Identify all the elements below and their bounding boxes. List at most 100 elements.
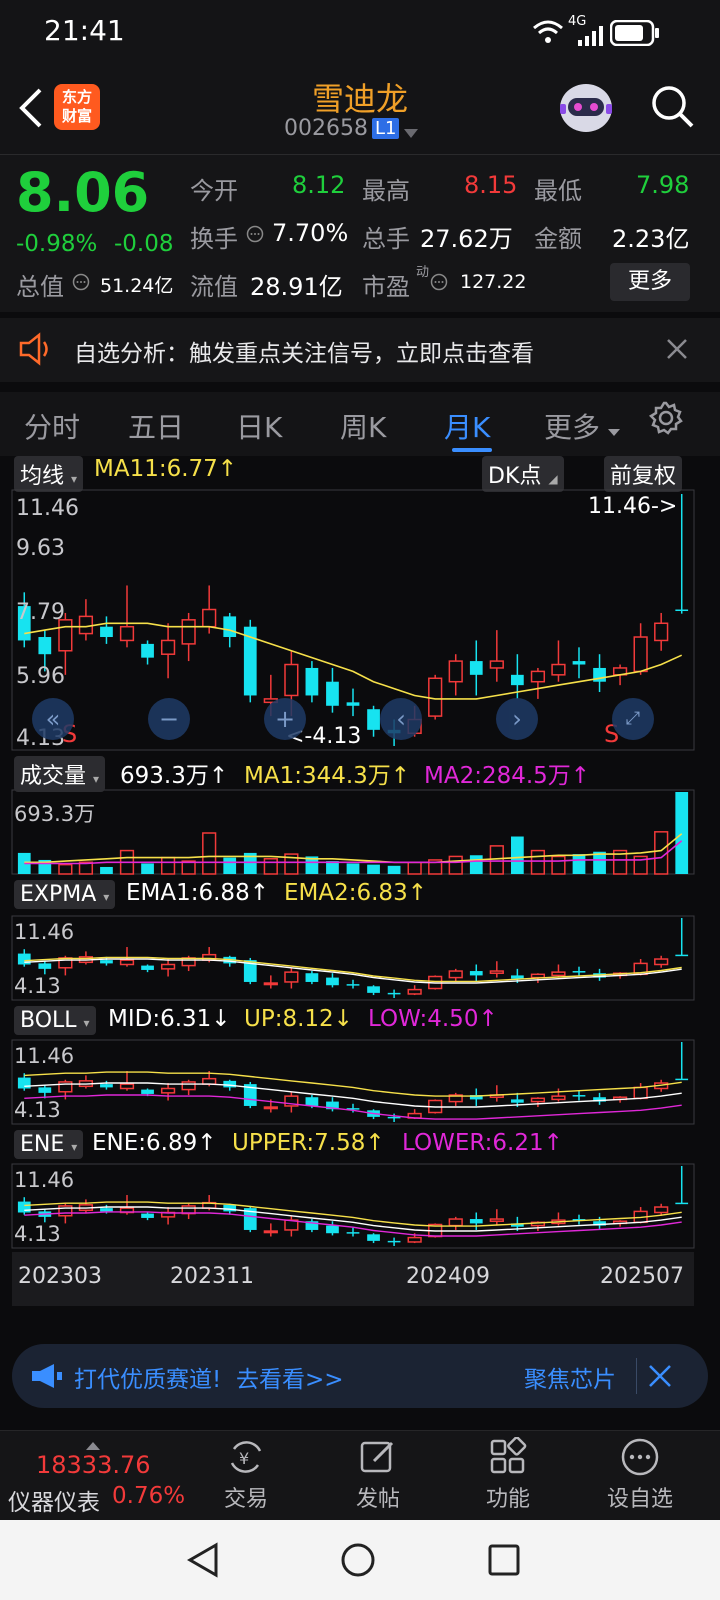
volume-bar — [572, 854, 586, 874]
boll-dropdown-label: BOLL — [20, 1008, 77, 1033]
volume-bar — [223, 857, 237, 874]
volume-bar — [530, 849, 546, 875]
change-amount: -0.08 — [114, 231, 174, 257]
info-icon[interactable] — [246, 225, 264, 247]
ene-tick-high: 11.46 — [14, 1168, 75, 1192]
expma-candle — [141, 965, 154, 970]
ene-candle — [654, 1206, 669, 1214]
zoom-in-button[interactable]: + — [264, 698, 306, 740]
current-price: 8.06 — [16, 161, 150, 224]
close-icon[interactable] — [648, 1364, 672, 1392]
kline-chart-area[interactable]: 均线 ▾ MA11:6.77↑ DK点 ◢ 前复权 11.46 9.63 7.7… — [0, 456, 720, 1336]
expma-candle — [305, 973, 319, 982]
boll-candle — [202, 1077, 217, 1085]
volume-dropdown[interactable]: 成交量 ▾ — [14, 756, 106, 792]
scroll-next-button[interactable]: › — [496, 698, 538, 740]
expma-tick-low: 4.13 — [14, 974, 61, 998]
tab-five-day[interactable]: 五日 — [128, 406, 184, 446]
analysis-banner[interactable]: 自选分析：触发重点关注信号，立即点击查看 — [0, 318, 720, 382]
gear-icon[interactable] — [648, 400, 684, 440]
expma-candle — [17, 953, 31, 965]
more-button[interactable]: 更多 — [610, 263, 690, 301]
tab-intraday[interactable]: 分时 — [24, 406, 80, 446]
boll-candle — [633, 1086, 648, 1100]
expma-dropdown[interactable]: EXPMA ▾ — [14, 880, 116, 909]
boll-candle — [119, 1083, 135, 1090]
edit-icon — [318, 1437, 438, 1477]
volume-bar — [469, 855, 483, 874]
pe-label: 市盈 — [362, 273, 410, 301]
turnover-value: 7.70% — [272, 219, 349, 247]
expma-candle — [510, 975, 524, 979]
price-tick-4: 5.96 — [16, 664, 65, 689]
kline-candle — [469, 661, 483, 675]
expma-candle — [119, 959, 135, 966]
boll-candle — [141, 1089, 154, 1094]
kline-candle — [346, 702, 360, 706]
info-icon[interactable] — [72, 273, 90, 295]
promo-link[interactable]: 去看看>> — [236, 1360, 344, 1394]
amount-value: 2.23亿 — [612, 225, 690, 253]
function-button[interactable]: 功能 — [448, 1436, 568, 1513]
boll-dropdown[interactable]: BOLL ▾ — [14, 1006, 96, 1035]
kline-candle — [367, 709, 380, 730]
promo-ticker[interactable]: 打代优质赛道! 去看看>> 聚焦芯片 — [12, 1344, 708, 1408]
robot-avatar-icon[interactable] — [558, 82, 614, 138]
scroll-prev-button[interactable]: ‹ — [380, 698, 422, 740]
kline-candle — [572, 661, 586, 665]
boll-candle — [263, 1106, 278, 1110]
chevron-down-icon[interactable] — [404, 124, 418, 143]
tab-monthly[interactable]: 月K — [444, 406, 490, 446]
open-value: 8.12 — [292, 171, 346, 199]
search-icon[interactable] — [650, 84, 696, 134]
svg-text:¥: ¥ — [239, 1449, 249, 1468]
sector-change: 0.76% — [112, 1483, 186, 1509]
ene-candle — [407, 1236, 422, 1243]
kline-candle — [510, 674, 524, 686]
recents-square-icon[interactable] — [488, 1544, 520, 1580]
expma-candle — [469, 971, 483, 976]
date-axis: 202303 202311 202409 202507 — [12, 1252, 694, 1306]
post-button[interactable]: 发帖 — [318, 1437, 438, 1513]
boll-candle — [530, 1097, 546, 1103]
trade-button[interactable]: ¥ 交易 — [186, 1437, 306, 1513]
date-label: 202507 — [600, 1264, 684, 1289]
wifi-icon — [532, 18, 564, 50]
ene-candle — [469, 1219, 483, 1224]
boll-tick-low: 4.13 — [14, 1098, 61, 1122]
home-circle-icon[interactable] — [340, 1542, 376, 1582]
close-icon[interactable] — [666, 338, 688, 364]
back-triangle-icon[interactable] — [186, 1542, 220, 1582]
volume-bar — [58, 863, 73, 875]
add-favorite-button[interactable]: 设自选 — [580, 1437, 700, 1513]
battery-icon — [609, 19, 660, 50]
high-value: 8.15 — [464, 171, 518, 199]
ene-dropdown[interactable]: ENE ▾ — [14, 1130, 84, 1159]
tab-weekly[interactable]: 周K — [340, 406, 386, 446]
tab-more[interactable]: 更多 — [544, 406, 600, 446]
expma-candle — [572, 971, 586, 973]
expma-candle — [407, 988, 422, 995]
kline-candle — [202, 608, 217, 628]
boll-candle — [572, 1095, 586, 1097]
expma-candle — [38, 963, 52, 969]
float-label: 流值 — [190, 273, 238, 301]
expma-candle — [387, 992, 401, 995]
stock-code: 002658 — [284, 116, 368, 141]
sector-index-value[interactable]: 18333.76 — [36, 1451, 151, 1479]
tab-daily[interactable]: 日K — [236, 406, 282, 446]
boll-candle — [160, 1087, 176, 1094]
status-time: 21:41 — [44, 14, 125, 47]
zoom-out-button[interactable]: − — [148, 698, 190, 740]
scroll-left-button[interactable]: « — [32, 698, 74, 740]
fullscreen-button[interactable]: ⤢ — [612, 698, 654, 740]
kline-candle — [654, 622, 669, 642]
boll-candle — [181, 1081, 196, 1091]
boll-mid-value: MID:6.31↓ — [108, 1006, 231, 1032]
volume-bar — [675, 792, 689, 874]
ene-tick-low: 4.13 — [14, 1222, 61, 1246]
sector-name[interactable]: 仪器仪表 — [8, 1483, 100, 1517]
level-badge[interactable]: L1 — [372, 118, 400, 139]
volume-bar — [551, 855, 566, 875]
info-icon[interactable] — [430, 273, 448, 295]
